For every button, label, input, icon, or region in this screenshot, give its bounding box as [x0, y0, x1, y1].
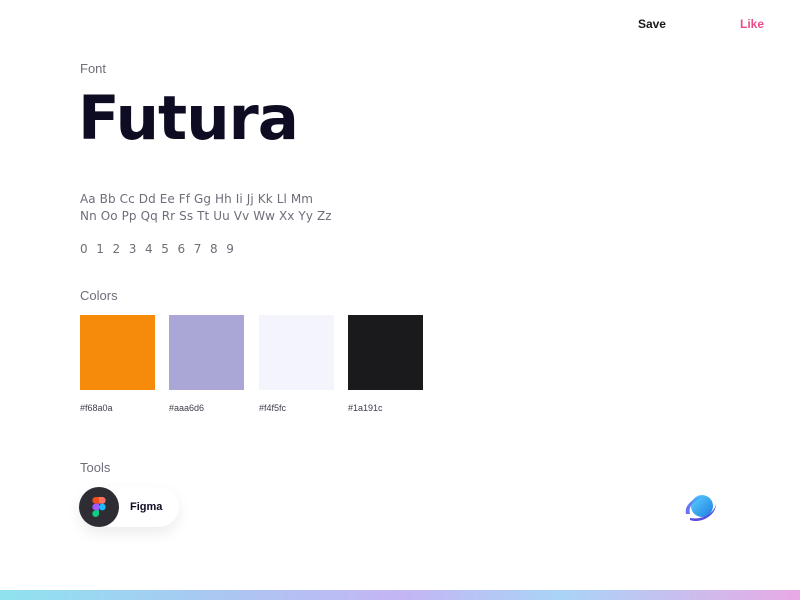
orbit-logo-icon [682, 488, 720, 526]
color-swatch-black [348, 315, 423, 390]
font-section-label: Font [80, 61, 107, 76]
tool-name: Figma [130, 501, 163, 513]
colors-section-label: Colors [80, 288, 118, 303]
color-hex-label: #aaa6d6 [169, 403, 205, 413]
alphabet-sample: Aa Bb Cc Dd Ee Ff Gg Hh Ii Jj Kk Ll Mm N… [80, 191, 332, 225]
figma-icon [79, 487, 119, 527]
color-swatch-orange [80, 315, 155, 390]
color-swatch-lavender [169, 315, 244, 390]
like-button[interactable]: Like [740, 17, 764, 31]
page: Save Like Font Futura Aa Bb Cc Dd Ee Ff … [0, 0, 800, 600]
alphabet-line-2: Nn Oo Pp Qq Rr Ss Tt Uu Vv Ww Xx Yy Zz [80, 209, 332, 223]
color-swatch-off-white [259, 315, 334, 390]
color-hex-label: #1a191c [348, 403, 383, 413]
color-hex-label: #f68a0a [80, 403, 113, 413]
digits-sample: 0 1 2 3 4 5 6 7 8 9 [80, 242, 237, 256]
tools-section-label: Tools [80, 460, 111, 475]
decorative-gradient-strip [0, 590, 800, 600]
font-name-heading: Futura [78, 83, 299, 154]
save-button[interactable]: Save [638, 17, 666, 31]
top-actions: Save Like [638, 17, 764, 31]
tool-chip-figma[interactable]: Figma [79, 487, 179, 527]
color-hex-label: #f4f5fc [259, 403, 287, 413]
alphabet-line-1: Aa Bb Cc Dd Ee Ff Gg Hh Ii Jj Kk Ll Mm [80, 192, 314, 206]
